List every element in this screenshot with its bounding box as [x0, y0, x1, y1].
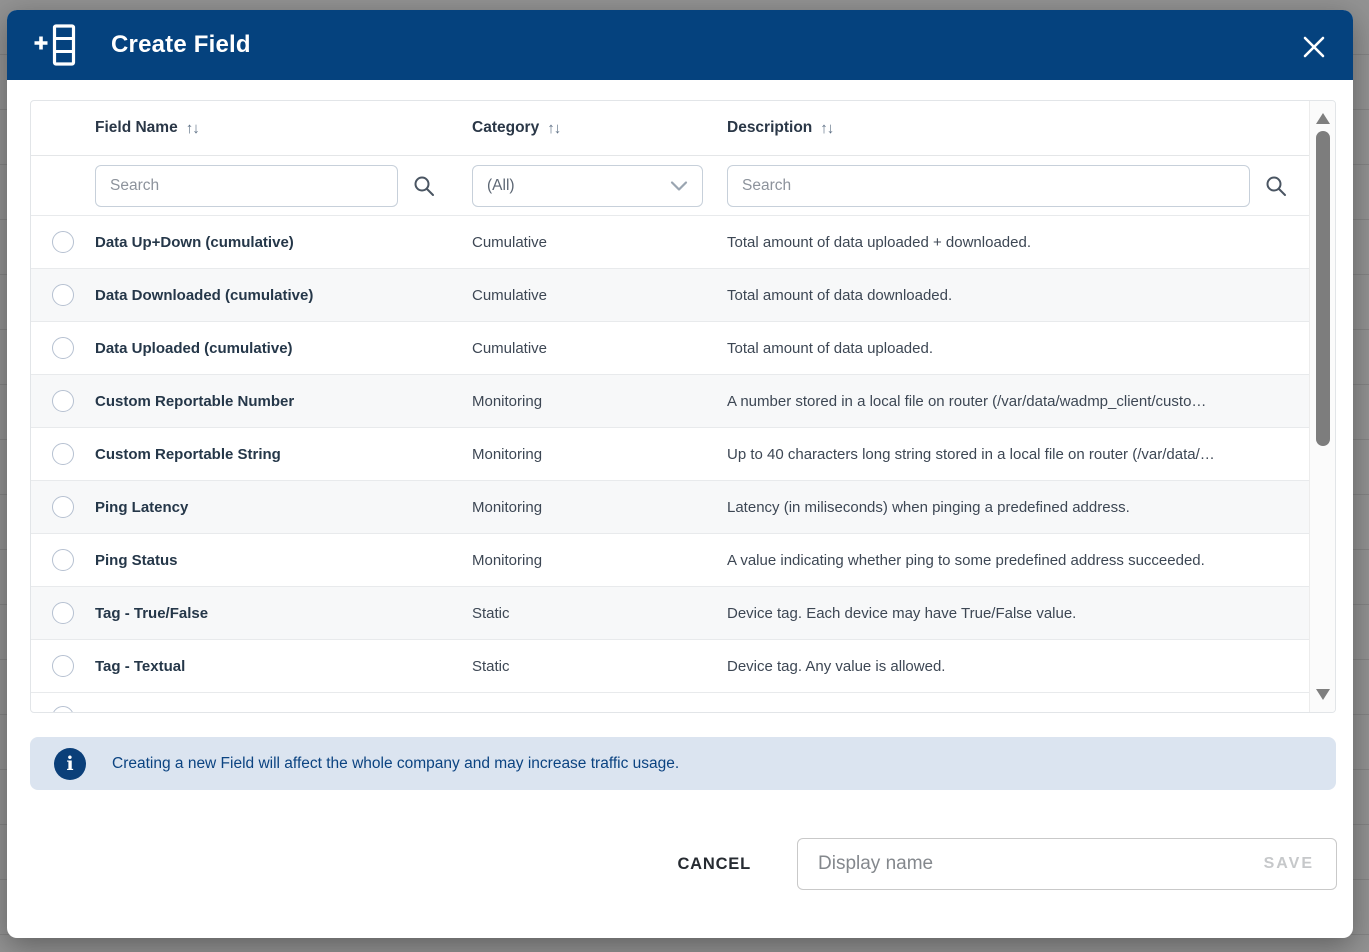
- row-category: Monitoring: [472, 499, 727, 516]
- table-filter-row: (All): [31, 155, 1309, 215]
- row-radio[interactable]: [52, 231, 74, 253]
- row-description: A number stored in a local file on route…: [727, 393, 1309, 410]
- column-header-description[interactable]: Description ↑↓: [727, 119, 1309, 137]
- table-row[interactable]: Ping StatusMonitoringA value indicating …: [31, 533, 1309, 586]
- row-radio[interactable]: [52, 496, 74, 518]
- table-row[interactable]: Custom Reportable NumberMonitoringA numb…: [31, 374, 1309, 427]
- row-description: Total amount of data downloaded.: [727, 287, 1309, 304]
- row-field-name: Ping Latency: [95, 499, 472, 516]
- row-field-name: Custom Reportable String: [95, 446, 472, 463]
- row-field-name: Data Uploaded (cumulative): [95, 340, 472, 357]
- info-icon: i: [54, 748, 86, 780]
- row-category: Monitoring: [472, 552, 727, 569]
- category-filter-select[interactable]: (All): [472, 165, 703, 207]
- field-table: Field Name ↑↓ Category ↑↓ Description ↑↓: [30, 100, 1336, 713]
- row-radio[interactable]: [52, 443, 74, 465]
- row-category: Monitoring: [472, 393, 727, 410]
- scroll-down-arrow[interactable]: [1316, 689, 1330, 700]
- row-radio[interactable]: [52, 706, 74, 712]
- row-field-name: Ping Status: [95, 552, 472, 569]
- row-description: Total amount of data uploaded.: [727, 340, 1309, 357]
- sort-icon[interactable]: ↑↓: [186, 120, 199, 137]
- display-name-group: SAVE: [797, 838, 1337, 890]
- save-button[interactable]: SAVE: [1242, 855, 1336, 873]
- row-description: Total amount of data uploaded + download…: [727, 234, 1309, 251]
- row-radio[interactable]: [52, 390, 74, 412]
- chevron-down-icon: [670, 180, 688, 192]
- row-description: Latency (in miliseconds) when pinging a …: [727, 499, 1309, 516]
- close-icon: [1301, 34, 1327, 60]
- info-banner: i Creating a new Field will affect the w…: [30, 737, 1336, 790]
- search-icon[interactable]: [1264, 174, 1288, 198]
- dialog-title: Create Field: [111, 31, 251, 59]
- scroll-up-arrow[interactable]: [1316, 113, 1330, 124]
- row-category: Cumulative: [472, 234, 727, 251]
- row-description: Up to 40 characters long string stored i…: [727, 446, 1309, 463]
- column-header-category[interactable]: Category ↑↓: [472, 119, 727, 137]
- table-row[interactable]: [31, 692, 1309, 712]
- row-field-name: Tag - True/False: [95, 605, 472, 622]
- dialog-footer: CANCEL SAVE: [7, 838, 1353, 890]
- row-field-name: Tag - Textual: [95, 658, 472, 675]
- field-name-search-input[interactable]: [95, 165, 398, 207]
- table-row[interactable]: Tag - True/FalseStaticDevice tag. Each d…: [31, 586, 1309, 639]
- table-row[interactable]: Ping LatencyMonitoringLatency (in milise…: [31, 480, 1309, 533]
- row-description: A value indicating whether ping to some …: [727, 552, 1309, 569]
- row-radio[interactable]: [52, 602, 74, 624]
- row-description: Device tag. Each device may have True/Fa…: [727, 605, 1309, 622]
- close-button[interactable]: [1299, 32, 1329, 62]
- row-category: Cumulative: [472, 340, 727, 357]
- add-field-icon: [33, 24, 81, 66]
- table-row[interactable]: Tag - TextualStaticDevice tag. Any value…: [31, 639, 1309, 692]
- scrollbar-thumb[interactable]: [1316, 131, 1330, 446]
- sort-icon[interactable]: ↑↓: [547, 120, 560, 137]
- create-field-dialog: Create Field Field Name ↑↓ Category ↑↓: [7, 10, 1353, 938]
- table-row[interactable]: Data Uploaded (cumulative)CumulativeTota…: [31, 321, 1309, 374]
- row-category: Monitoring: [472, 446, 727, 463]
- dialog-header: Create Field: [7, 10, 1353, 80]
- row-radio[interactable]: [52, 337, 74, 359]
- table-row[interactable]: Data Up+Down (cumulative)CumulativeTotal…: [31, 215, 1309, 268]
- info-banner-text: Creating a new Field will affect the who…: [112, 755, 679, 773]
- row-radio[interactable]: [52, 549, 74, 571]
- row-category: Cumulative: [472, 287, 727, 304]
- display-name-input[interactable]: [798, 853, 1242, 875]
- sort-icon[interactable]: ↑↓: [820, 120, 833, 137]
- description-search-input[interactable]: [727, 165, 1250, 207]
- row-description: Device tag. Any value is allowed.: [727, 658, 1309, 675]
- row-category: Static: [472, 658, 727, 675]
- row-radio[interactable]: [52, 284, 74, 306]
- column-header-field-name[interactable]: Field Name ↑↓: [95, 119, 472, 137]
- row-field-name: Data Up+Down (cumulative): [95, 234, 472, 251]
- row-radio[interactable]: [52, 655, 74, 677]
- table-scrollbar[interactable]: [1309, 101, 1335, 712]
- row-field-name: Data Downloaded (cumulative): [95, 287, 472, 304]
- cancel-button[interactable]: CANCEL: [667, 847, 761, 882]
- search-icon[interactable]: [412, 174, 436, 198]
- table-header-row: Field Name ↑↓ Category ↑↓ Description ↑↓: [31, 101, 1309, 155]
- row-category: Static: [472, 605, 727, 622]
- table-row[interactable]: Data Downloaded (cumulative)CumulativeTo…: [31, 268, 1309, 321]
- row-field-name: Custom Reportable Number: [95, 393, 472, 410]
- table-row[interactable]: Custom Reportable StringMonitoringUp to …: [31, 427, 1309, 480]
